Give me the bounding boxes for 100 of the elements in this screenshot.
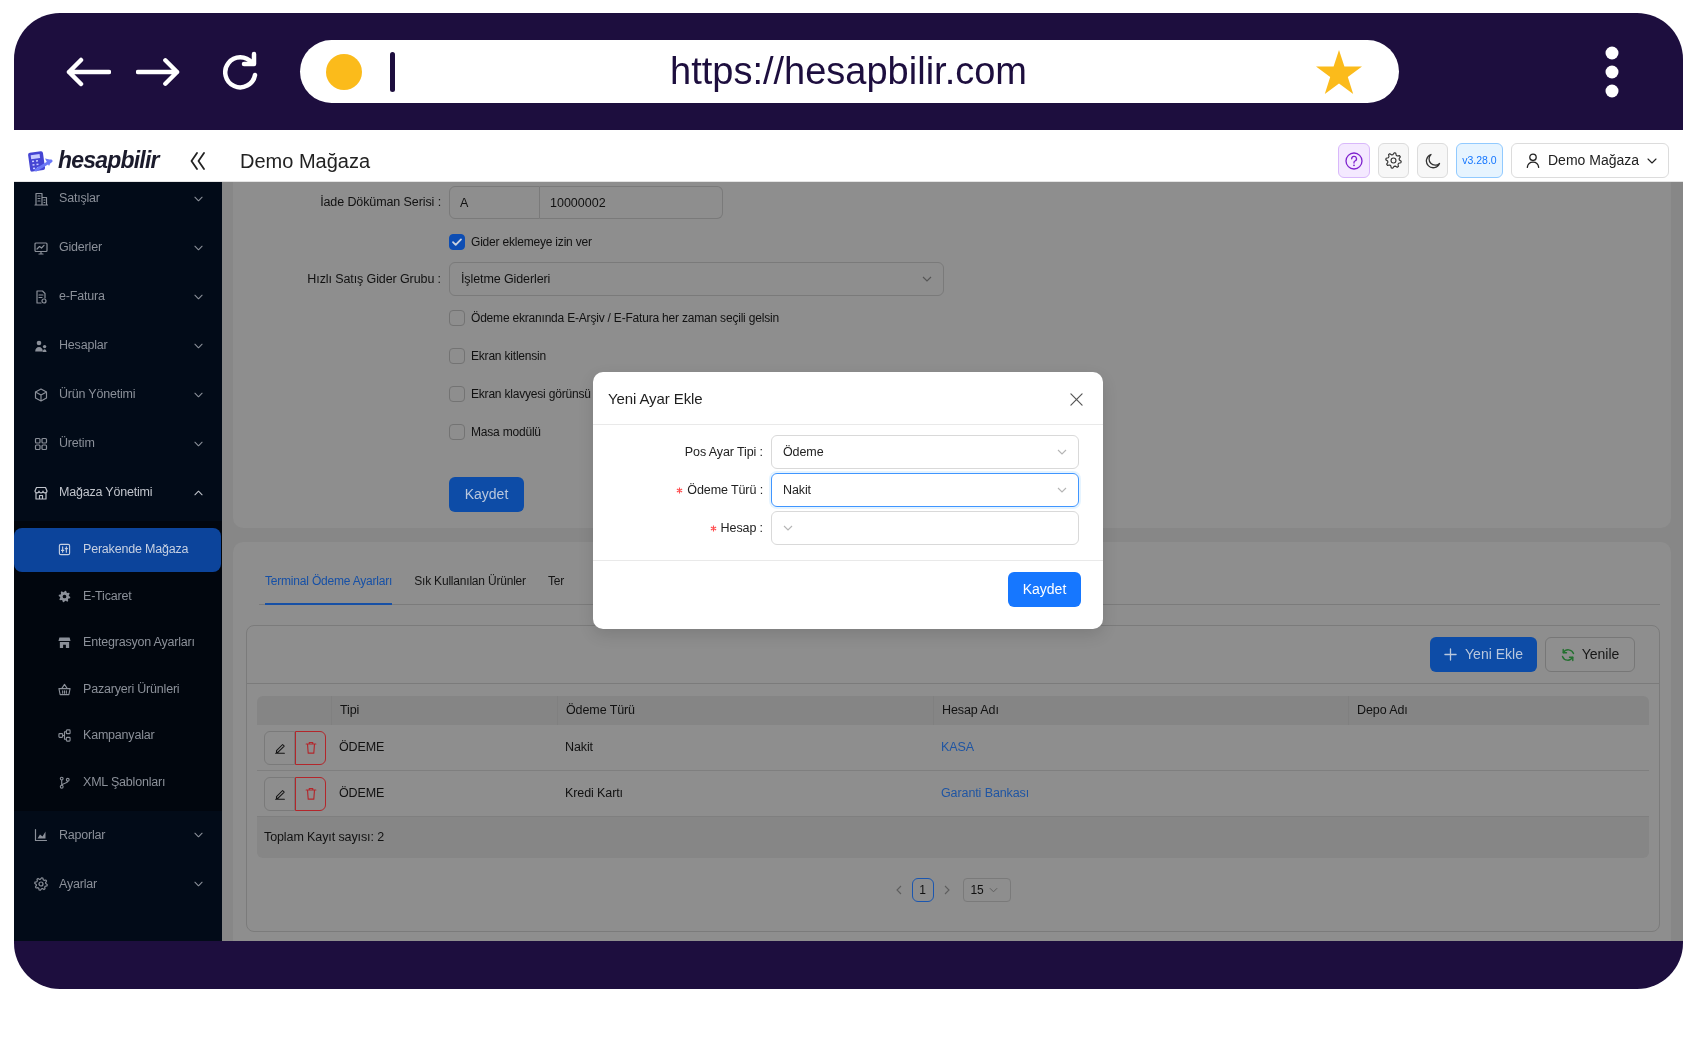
chevron-down-icon (194, 342, 203, 349)
page-title: Demo Mağaza (240, 148, 371, 174)
sidebar-item[interactable]: Perakende Mağaza (14, 527, 221, 572)
sidebar-item[interactable]: Kampanyalar (14, 713, 221, 758)
chevron-down-icon (988, 887, 998, 893)
checkbox-label: Ekran klavyesi görünsü (471, 386, 591, 403)
user-menu-button[interactable]: Demo Mağaza (1511, 143, 1669, 178)
sidebar-item[interactable]: Giderler (14, 223, 222, 272)
chevron-up-icon (194, 489, 203, 496)
edit-button[interactable] (264, 776, 295, 811)
nodes-icon (58, 729, 71, 742)
field-label: Hesap : (720, 519, 763, 537)
sidebar-item[interactable]: E-Ticaret (14, 574, 221, 618)
add-button[interactable]: Yeni Ekle (1430, 637, 1537, 672)
cube-icon (34, 387, 48, 402)
sliders-icon (58, 543, 71, 556)
back-arrow-icon[interactable] (65, 56, 111, 87)
logo-text: hesapbilir (58, 146, 159, 176)
chevron-down-icon (1057, 449, 1067, 455)
sidebar-item[interactable]: Ürün Yönetimi (14, 370, 222, 419)
save-button[interactable]: Kaydet (449, 477, 524, 512)
checkbox-label: Masa modülü (471, 424, 541, 441)
trash-icon (303, 740, 318, 755)
chevron-down-icon (194, 832, 203, 838)
theme-toggle-button[interactable] (1417, 143, 1448, 178)
chart-icon (34, 828, 48, 842)
column-header: Tipi (331, 696, 557, 725)
sidebar-item[interactable]: Satışlar (14, 182, 222, 223)
address-bar[interactable]: https://hesapbilir.com (300, 40, 1399, 103)
settings-icon (1385, 152, 1402, 169)
sidebar-item[interactable]: Mağaza Yönetimi (14, 468, 222, 517)
building-icon (34, 191, 48, 206)
field-label: Hızlı Satış Gider Grubu : (307, 271, 441, 286)
input-field[interactable]: 10000002 (540, 186, 723, 219)
basket-icon (58, 682, 71, 696)
chevron-down-icon (194, 244, 203, 251)
select-field[interactable]: İşletme Giderleri (449, 262, 944, 296)
star-icon[interactable] (1316, 49, 1362, 94)
close-icon[interactable] (1070, 392, 1083, 406)
select-field[interactable] (771, 511, 1079, 545)
forward-arrow-icon[interactable] (136, 56, 181, 87)
sidebar-item[interactable]: Üretim (14, 419, 222, 468)
double-chevron-left-icon[interactable] (189, 150, 205, 171)
logo-icon (27, 148, 53, 173)
page-button[interactable]: 1 (911, 878, 934, 902)
sidebar-item[interactable]: e-Fatura (14, 272, 222, 321)
select-field[interactable]: Ödeme (771, 435, 1079, 469)
checkbox[interactable] (449, 348, 465, 364)
refresh-button[interactable]: Yenile (1545, 637, 1635, 672)
table-cell: Nakit (557, 725, 933, 771)
settings-button[interactable] (1378, 143, 1409, 178)
branch-icon (58, 775, 71, 789)
sidebar-item[interactable]: Entegrasyon Ayarları (14, 620, 221, 665)
checkbox[interactable] (449, 424, 465, 440)
checkbox-label: Ödeme ekranında E-Arşiv / E-Fatura her zaman seçili gelsin (471, 310, 779, 327)
chevron-down-icon (194, 293, 203, 300)
column-header: Ödeme Türü (557, 696, 933, 725)
chevron-down-icon (1057, 487, 1067, 493)
page-size-select[interactable]: 15 (962, 878, 1011, 902)
column-header: Hesap Adı (933, 696, 1348, 725)
version-badge: v3.28.0 (1456, 143, 1503, 178)
help-button[interactable] (1338, 143, 1370, 178)
monitor-chart-icon (34, 240, 48, 255)
checkbox[interactable] (449, 386, 465, 402)
storefront-icon (58, 636, 71, 649)
plus-icon (1444, 648, 1458, 661)
moon-icon (1424, 152, 1441, 169)
chevron-down-icon (783, 525, 793, 531)
chevron-down-icon (922, 276, 932, 282)
checkbox-label: Ekran kitlensin (471, 348, 547, 365)
checkbox[interactable] (449, 234, 465, 250)
field-label: İade Döküman Serisi : (320, 195, 441, 210)
sidebar-item[interactable]: Raporlar (14, 810, 222, 860)
help-icon (1345, 151, 1363, 170)
gear-icon (58, 589, 71, 603)
edit-button[interactable] (264, 730, 295, 765)
save-button[interactable]: Kaydet (1008, 572, 1081, 607)
document-icon (34, 289, 48, 304)
sidebar-item[interactable]: Pazaryeri Ürünleri (14, 667, 221, 711)
dot-icon (326, 53, 362, 90)
field-label: Pos Ayar Tipi : (684, 443, 763, 461)
user-icon (1526, 153, 1540, 168)
checkbox[interactable] (449, 310, 465, 326)
sidebar-item[interactable]: Hesaplar (14, 321, 222, 370)
tab[interactable]: Sık Kullanılan Ürünler (414, 559, 526, 605)
input-field[interactable]: A (449, 186, 540, 219)
select-field[interactable]: Nakit (771, 473, 1079, 507)
chevron-down-icon (194, 440, 203, 447)
url-text: https://hesapbilir.com (669, 50, 1028, 93)
sidebar-item[interactable]: Ayarlar (14, 859, 222, 909)
tab[interactable]: Ter (547, 559, 564, 605)
text-cursor-icon (390, 51, 395, 92)
refresh-icon (1560, 647, 1575, 662)
chevron-down-icon (194, 881, 203, 887)
chevron-down-icon (194, 391, 203, 398)
grid-icon (34, 436, 48, 451)
kebab-menu-icon[interactable] (1605, 45, 1619, 98)
gear-icon (34, 877, 48, 891)
store-icon (34, 485, 48, 500)
sidebar-item[interactable]: XML Şablonları (14, 760, 221, 804)
